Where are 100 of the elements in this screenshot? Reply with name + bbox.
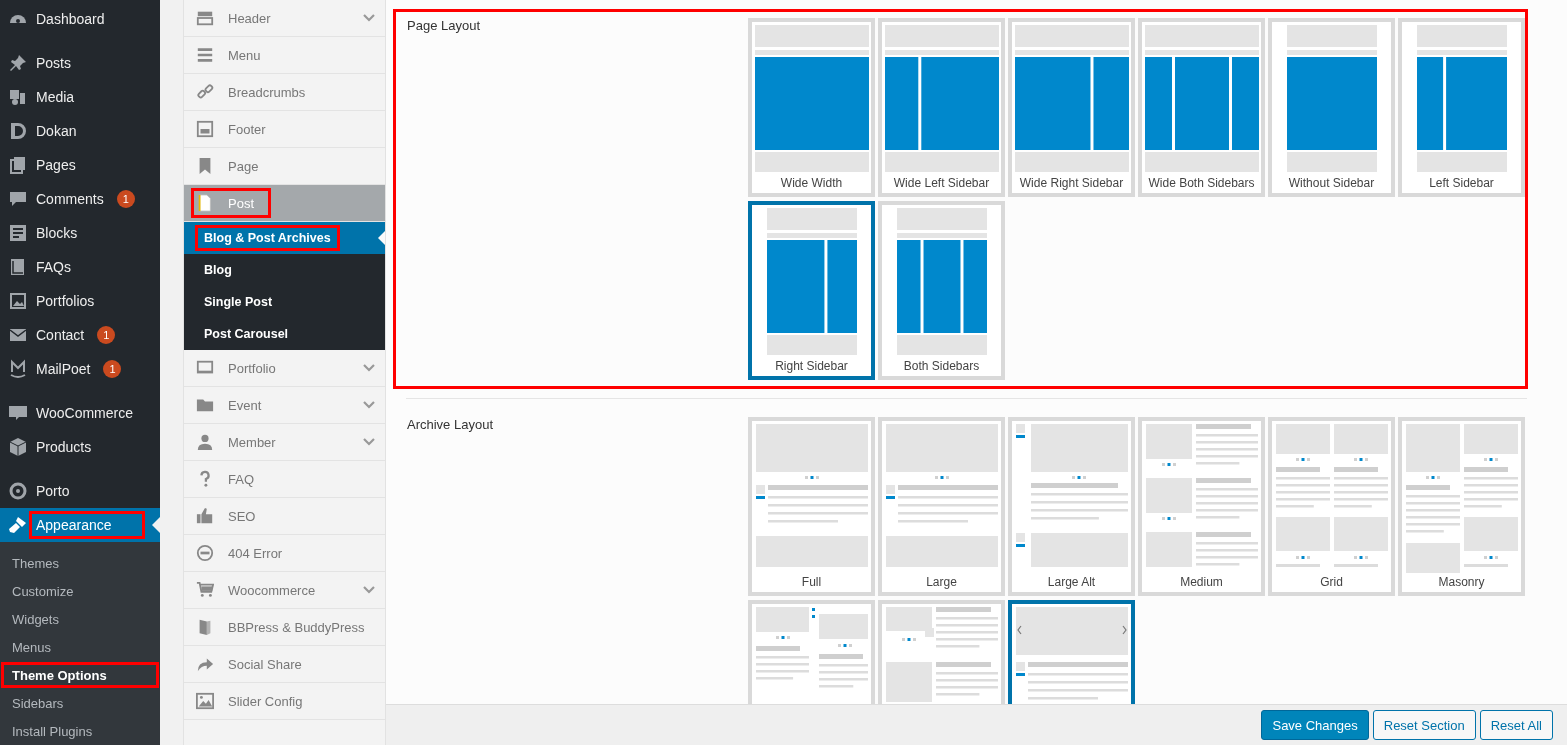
options-nav-item[interactable]: Footer <box>184 111 385 148</box>
admin-nav-item[interactable]: Portfolios <box>0 284 160 318</box>
options-subnav-item[interactable]: Blog <box>184 254 385 286</box>
nav-label: Portfolio <box>228 360 276 376</box>
options-subnav-item[interactable]: Post Carousel <box>184 318 385 350</box>
admin-nav-item[interactable]: Comments 1 <box>0 182 160 216</box>
options-subnav-item[interactable]: Single Post <box>184 286 385 318</box>
layout-option[interactable]: Masonry <box>1398 417 1525 596</box>
layout-option[interactable]: Without Sidebar <box>1268 18 1395 197</box>
admin-subnav-item[interactable]: Menus <box>0 633 160 661</box>
nav-label: Footer <box>228 121 266 137</box>
save-button[interactable]: Save Changes <box>1261 710 1369 740</box>
option-label: Right Sidebar <box>775 358 848 373</box>
layout-option[interactable]: Medium <box>1138 417 1265 596</box>
option-label: Without Sidebar <box>1288 175 1375 190</box>
nav-item-label: MailPoet <box>35 360 92 379</box>
box-icon <box>8 437 28 457</box>
admin-subnav-item[interactable]: Theme Options <box>0 661 160 689</box>
admin-nav-item[interactable]: Media <box>0 80 160 114</box>
layout-option[interactable]: Large Alt <box>1008 417 1135 596</box>
nav-label: Social Share <box>228 656 302 672</box>
cart-icon <box>196 581 214 599</box>
nav-item-label: Dokan <box>35 122 78 141</box>
layout-option[interactable]: Left Sidebar <box>1398 18 1525 197</box>
options-subnav-item[interactable]: Blog & Post Archives <box>184 222 385 254</box>
nav-label: Event <box>228 397 262 413</box>
admin-nav-item[interactable]: Contact 1 <box>0 318 160 352</box>
nav-item-label: Appearance <box>29 511 145 539</box>
letter-m-icon <box>8 359 28 379</box>
media-icon <box>8 87 28 107</box>
paintbrush-icon <box>8 515 28 535</box>
layout-option[interactable]: Wide Width <box>748 18 875 197</box>
speech-bubble-icon <box>8 189 28 209</box>
options-nav-item[interactable]: Member <box>184 424 385 461</box>
blocks-icon <box>8 223 28 243</box>
admin-nav-item[interactable]: Blocks <box>0 216 160 250</box>
admin-nav-item[interactable]: Porto <box>0 474 160 508</box>
layout-option[interactable]: Wide Left Sidebar <box>878 18 1005 197</box>
admin-subnav-item[interactable]: Install Plugins <box>0 717 160 745</box>
option-label: Left Sidebar <box>1429 175 1494 190</box>
menu-icon <box>196 46 214 64</box>
options-nav-item[interactable]: Woocommerce <box>184 572 385 609</box>
nav-item-label: Porto <box>35 482 71 501</box>
option-label: Masonry <box>1438 574 1485 589</box>
nav-label: Single Post <box>203 294 274 311</box>
pages-icon <box>8 155 28 175</box>
reset-button[interactable]: Reset All <box>1479 710 1553 740</box>
options-nav-item[interactable]: BBPress & BuddyPress <box>184 609 385 646</box>
count-badge: 1 <box>97 326 116 344</box>
admin-subnav-item[interactable]: Customize <box>0 577 160 605</box>
options-nav-item[interactable]: Portfolio <box>184 350 385 387</box>
admin-nav-item[interactable]: MailPoet 1 <box>0 352 160 386</box>
layout-option[interactable]: Right Sidebar <box>748 201 875 380</box>
options-nav-item[interactable]: FAQ <box>184 461 385 498</box>
admin-nav-item[interactable]: Dashboard <box>0 2 160 36</box>
layout-option[interactable]: Both Sidebars <box>878 201 1005 380</box>
option-label: Full <box>801 574 822 589</box>
admin-nav-item[interactable]: Dokan <box>0 114 160 148</box>
reset-button[interactable]: Reset Section <box>1372 710 1476 740</box>
layout-option[interactable]: Grid <box>1268 417 1395 596</box>
option-label: Wide Right Sidebar <box>1019 175 1124 190</box>
nav-label: Blog & Post Archives <box>195 225 340 251</box>
nav-label: Member <box>228 434 276 450</box>
admin-nav-item[interactable]: FAQs <box>0 250 160 284</box>
nav-label: Page <box>228 158 259 174</box>
options-nav-item[interactable]: 404 Error <box>184 535 385 572</box>
person-icon <box>196 433 214 451</box>
footer-icon <box>196 120 214 138</box>
layout-option[interactable]: Wide Right Sidebar <box>1008 18 1135 197</box>
ring-icon <box>8 481 28 501</box>
admin-subnav-item[interactable]: Themes <box>0 549 160 577</box>
option-label: Grid <box>1320 574 1343 589</box>
nav-item-label: WooCommerce <box>35 404 134 423</box>
document-icon <box>196 194 214 212</box>
options-nav-item[interactable]: Breadcrumbs <box>184 74 385 111</box>
options-nav-item[interactable]: Social Share <box>184 646 385 683</box>
admin-subnav-item[interactable]: Sidebars <box>0 689 160 717</box>
admin-nav-item[interactable]: WooCommerce <box>0 396 160 430</box>
admin-nav-item[interactable]: Products <box>0 430 160 464</box>
admin-subnav-item[interactable]: Widgets <box>0 605 160 633</box>
options-nav-item[interactable]: Slider Config <box>184 683 385 720</box>
nav-label: Header <box>228 10 271 26</box>
options-nav-item[interactable]: SEO <box>184 498 385 535</box>
options-nav-item[interactable]: Header <box>184 0 385 37</box>
layout-option[interactable]: Wide Both Sidebars <box>1138 18 1265 197</box>
nav-item-label: Products <box>35 438 93 457</box>
admin-nav-item[interactable]: Posts <box>0 46 160 80</box>
nav-label: BBPress & BuddyPress <box>228 619 365 635</box>
options-nav-item[interactable]: Event <box>184 387 385 424</box>
nav-item-label: Media <box>35 88 76 107</box>
option-label: Wide Both Sidebars <box>1148 175 1255 190</box>
picture-frame-icon <box>8 291 28 311</box>
option-label: Large Alt <box>1047 574 1096 589</box>
admin-nav-item[interactable]: Pages <box>0 148 160 182</box>
nav-label: Slider Config <box>228 693 303 709</box>
option-label: Large <box>926 574 957 589</box>
options-nav-item[interactable]: Menu <box>184 37 385 74</box>
layout-option[interactable]: Full <box>748 417 875 596</box>
layout-option[interactable]: Large <box>878 417 1005 596</box>
admin-nav-item[interactable]: Appearance <box>0 508 160 542</box>
